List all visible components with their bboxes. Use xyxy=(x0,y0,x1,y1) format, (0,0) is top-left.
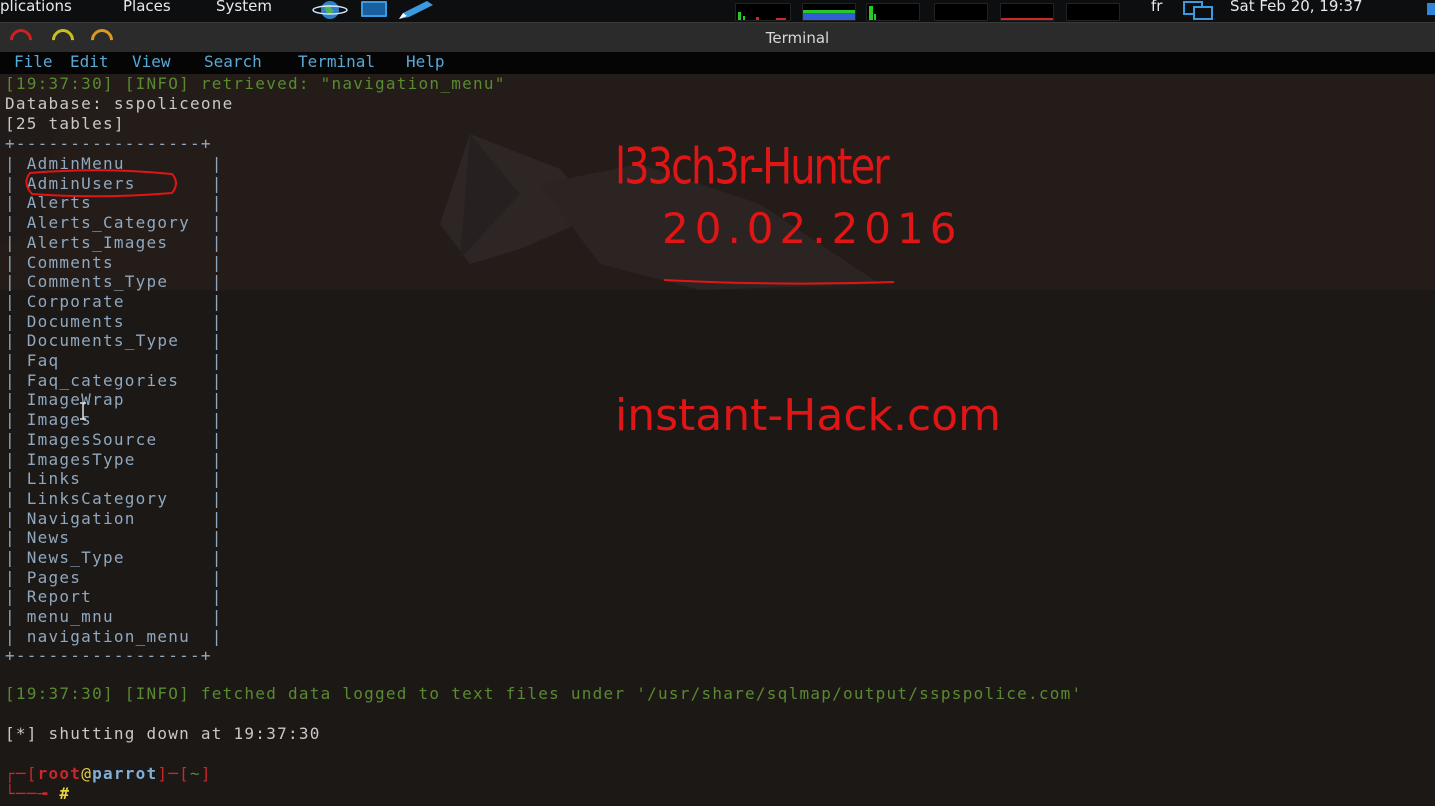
menu-view[interactable]: View xyxy=(132,52,171,71)
places-menu[interactable]: Places xyxy=(123,0,171,15)
disk-monitor-graph xyxy=(1066,3,1120,21)
table-row: | Alerts_Images | xyxy=(5,232,223,252)
text-editor-pencil-icon[interactable] xyxy=(397,1,437,24)
table-border-bottom: +-----------------+ xyxy=(5,646,212,665)
memory-monitor-graph xyxy=(802,3,856,21)
prompt-user: root xyxy=(37,764,82,783)
table-name: ImagesType xyxy=(26,449,136,469)
top-panel: plications Places System fr Sat Feb 20, … xyxy=(0,0,1435,22)
table-row: | ImagesType | xyxy=(5,449,223,469)
database-line: Database: sspoliceone xyxy=(5,94,234,113)
window-titlebar[interactable]: Terminal xyxy=(0,22,1435,56)
prompt-dir: ~ xyxy=(190,764,201,783)
system-menu[interactable]: System xyxy=(216,0,272,15)
fetched-log-line: [19:37:30] [INFO] fetched data logged to… xyxy=(5,684,1083,703)
prompt-close: ] xyxy=(200,764,212,783)
adminusers-highlight-circle xyxy=(25,169,177,198)
clock[interactable]: Sat Feb 20, 19:37 xyxy=(1230,0,1363,15)
table-row: | Images | xyxy=(5,410,223,430)
table-name: News_Type xyxy=(26,548,125,567)
table-name: Pages xyxy=(26,567,82,587)
keyboard-layout-indicator[interactable]: fr xyxy=(1151,0,1162,15)
table-row: | Comments_Type | xyxy=(5,272,223,292)
table-row: | navigation_menu | xyxy=(5,626,223,646)
table-name: News xyxy=(26,528,71,548)
prompt-at: @ xyxy=(81,764,93,783)
table-name: Alerts_Category xyxy=(26,213,191,233)
menu-file[interactable]: File xyxy=(14,52,53,71)
table-name: Faq xyxy=(26,351,60,370)
applications-menu[interactable]: plications xyxy=(0,0,72,15)
table-row: | News | xyxy=(5,528,223,548)
terminal-output[interactable]: [19:37:30] [INFO] retrieved: "navigation… xyxy=(0,74,1435,806)
table-row: | Corporate | xyxy=(5,291,223,311)
ibeam-cursor-icon xyxy=(80,402,86,420)
prompt-mid: ]─[ xyxy=(157,764,191,783)
network-windows-icon[interactable] xyxy=(1182,1,1218,24)
table-name: Navigation xyxy=(26,508,136,528)
terminal-launcher-icon[interactable] xyxy=(359,1,391,24)
menu-search[interactable]: Search xyxy=(204,52,262,71)
table-row: | News_Type | xyxy=(5,548,223,567)
author-annotation: l33ch3r-Hunter xyxy=(615,138,890,196)
table-row: | Comments | xyxy=(5,252,223,272)
table-row: | Faq_categories | xyxy=(5,370,223,390)
table-name: ImageWrap xyxy=(26,390,125,410)
date-underline xyxy=(663,279,895,285)
web-browser-globe-icon[interactable] xyxy=(312,1,348,24)
date-annotation: 20.02.2016 xyxy=(662,204,963,253)
table-row: | ImagesSource | xyxy=(5,429,223,449)
menu-help[interactable]: Help xyxy=(406,52,445,71)
prompt-host: parrot xyxy=(92,764,158,783)
retrieved-log-line: [19:37:30] [INFO] retrieved: "navigation… xyxy=(5,74,506,93)
prompt-open: ┌─[ xyxy=(5,764,38,783)
site-annotation: instant-Hack.com xyxy=(615,390,1001,441)
table-name: LinksCategory xyxy=(26,488,169,508)
table-row: | Navigation | xyxy=(5,508,223,528)
cpu-monitor-graph xyxy=(735,3,791,21)
table-name: Report xyxy=(26,587,93,607)
prompt-symbol: # xyxy=(59,784,71,803)
table-row: | Documents_Type | xyxy=(5,331,223,351)
panel-edge-icon xyxy=(1427,3,1435,15)
menu-terminal[interactable]: Terminal xyxy=(298,52,375,71)
load-monitor-graph xyxy=(1000,3,1054,21)
table-row: | menu_mnu | xyxy=(5,607,223,627)
table-name: ImagesSource xyxy=(26,429,158,449)
window-title: Terminal xyxy=(765,29,830,47)
swap-monitor-graph xyxy=(934,3,988,21)
network-monitor-graph xyxy=(866,3,920,21)
table-name: Links xyxy=(26,469,82,489)
table-name: Faq_categories xyxy=(26,370,180,390)
table-name: Documents xyxy=(26,311,125,331)
shutdown-line: [*] shutting down at 19:37:30 xyxy=(5,724,321,743)
table-row: | LinksCategory | xyxy=(5,488,223,508)
table-row: | Report | xyxy=(5,587,223,607)
table-name: Alerts_Images xyxy=(26,232,169,252)
table-row: | Pages | xyxy=(5,567,223,587)
prompt-corner: └──╼ xyxy=(5,784,60,803)
menu-edit[interactable]: Edit xyxy=(70,52,109,71)
table-name: Documents_Type xyxy=(26,331,180,351)
table-border-top: +-----------------+ xyxy=(5,134,212,153)
table-count-line: [25 tables] xyxy=(5,114,125,133)
table-row: | Alerts_Category | xyxy=(5,213,223,233)
menubar: File Edit View Search Terminal Help xyxy=(0,52,1435,74)
table-name: Comments_Type xyxy=(26,272,169,292)
table-name: Comments xyxy=(26,252,114,272)
table-name: navigation_menu xyxy=(26,626,191,646)
table-row: | Documents | xyxy=(5,311,223,331)
table-name: menu_mnu xyxy=(26,607,114,627)
table-row: | Links | xyxy=(5,469,223,489)
table-row: | ImageWrap | xyxy=(5,390,223,410)
prompt-input-line[interactable]: └──╼ # xyxy=(5,784,70,804)
prompt-line: ┌─[root@parrot]─[~] xyxy=(5,764,212,784)
table-row: | Faq | xyxy=(5,351,223,370)
desktop-screen: plications Places System fr Sat Feb 20, … xyxy=(0,0,1435,806)
table-name: Corporate xyxy=(26,291,125,311)
